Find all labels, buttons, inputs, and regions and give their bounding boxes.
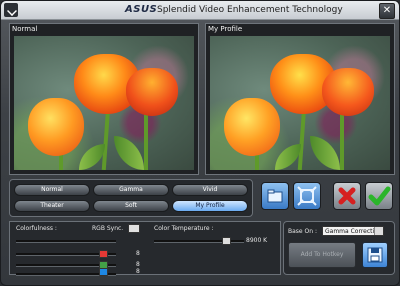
preview-image-profile	[210, 36, 390, 170]
mode-button-group: Normal Gamma Vivid Theater Soft My Profi…	[9, 179, 253, 217]
mode-my-profile-button[interactable]: My Profile	[172, 200, 248, 212]
title-bar: ASUS Splendid Video Enhancement Technolo…	[1, 1, 399, 20]
preview-image-normal	[14, 36, 194, 170]
mode-soft-button[interactable]: Soft	[93, 200, 169, 212]
base-on-select[interactable]: Gamma Correction	[322, 226, 384, 236]
open-folder-button[interactable]	[261, 182, 289, 210]
add-to-hotkey-button[interactable]: Add To Hotkey	[288, 242, 356, 268]
adjustment-panel: Colorfulness : RGB Sync. Color Temperatu…	[9, 221, 281, 276]
checkmark-icon	[368, 186, 391, 206]
red-value: 8	[136, 250, 140, 257]
fullscreen-icon	[297, 186, 317, 206]
folder-icon	[267, 189, 283, 203]
rgb-sync-toggle[interactable]	[128, 224, 140, 233]
apply-button[interactable]	[365, 182, 393, 210]
preview-panel-normal: Normal	[9, 23, 199, 175]
mode-vivid-button[interactable]: Vivid	[172, 184, 248, 196]
preview-label-profile: My Profile	[208, 25, 243, 33]
floppy-disk-icon	[367, 247, 383, 263]
mode-gamma-button[interactable]: Gamma	[93, 184, 169, 196]
preview-label-normal: Normal	[12, 25, 38, 33]
preview-panel-profile: My Profile	[205, 23, 395, 175]
red-slider-knob[interactable]	[99, 250, 108, 258]
cancel-button[interactable]	[333, 182, 361, 210]
mode-normal-button[interactable]: Normal	[14, 184, 90, 196]
green-value: 8	[136, 261, 140, 268]
blue-slider-knob[interactable]	[99, 268, 108, 276]
colorfulness-slider[interactable]	[16, 240, 116, 243]
mode-theater-button[interactable]: Theater	[14, 200, 90, 212]
app-window: ASUS Splendid Video Enhancement Technolo…	[0, 0, 400, 286]
color-temperature-label: Color Temperature :	[154, 225, 214, 232]
close-button[interactable]: ✕	[379, 3, 395, 19]
blue-value: 8	[136, 268, 140, 275]
rgb-sync-label: RGB Sync.	[92, 225, 124, 232]
window-title: Splendid Video Enhancement Technology	[157, 5, 343, 15]
chevron-down-icon	[374, 227, 383, 235]
fullscreen-button[interactable]	[293, 182, 321, 210]
app-icon	[4, 3, 18, 17]
brand-logo: ASUS	[125, 4, 158, 15]
save-button[interactable]	[362, 242, 388, 268]
base-on-panel: Base On : Gamma Correction Add To Hotkey	[283, 221, 395, 275]
colorfulness-label: Colorfulness :	[16, 225, 57, 232]
base-on-label: Base On :	[288, 228, 317, 235]
x-icon	[338, 187, 356, 205]
color-temperature-knob[interactable]	[222, 237, 231, 245]
color-temperature-value: 8900 K	[246, 237, 268, 244]
